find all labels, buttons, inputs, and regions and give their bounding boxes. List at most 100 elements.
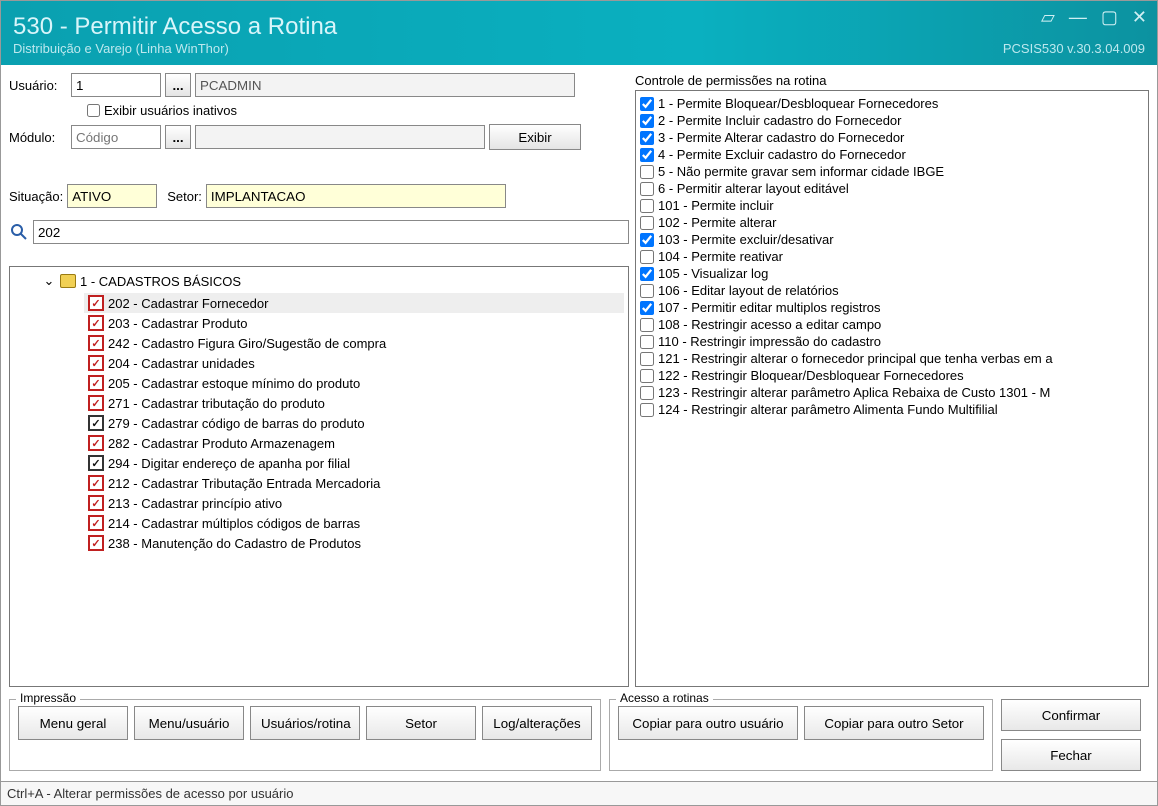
permission-checkbox[interactable]: [640, 352, 654, 366]
close-icon[interactable]: ✕: [1132, 7, 1147, 28]
permission-row[interactable]: 104 - Permite reativar: [640, 248, 1144, 265]
tree-checkbox[interactable]: ✓: [88, 375, 104, 391]
permission-checkbox[interactable]: [640, 403, 654, 417]
permission-row[interactable]: 103 - Permite excluir/desativar: [640, 231, 1144, 248]
tree-checkbox[interactable]: ✓: [88, 455, 104, 471]
minimize-icon[interactable]: —: [1069, 7, 1087, 28]
usuario-name-input[interactable]: [195, 73, 575, 97]
tree-root[interactable]: ⌄ 1 - CADASTROS BÁSICOS: [42, 273, 624, 289]
permission-row[interactable]: 3 - Permite Alterar cadastro do Forneced…: [640, 129, 1144, 146]
tree-checkbox[interactable]: ✓: [88, 295, 104, 311]
tree-checkbox[interactable]: ✓: [88, 355, 104, 371]
modulo-name-input[interactable]: [195, 125, 485, 149]
tree-item[interactable]: ✓213 - Cadastrar princípio ativo: [84, 493, 624, 513]
usuario-code-input[interactable]: [71, 73, 161, 97]
tree-checkbox[interactable]: ✓: [88, 415, 104, 431]
tree-item[interactable]: ✓204 - Cadastrar unidades: [84, 353, 624, 373]
modulo-lookup-button[interactable]: ...: [165, 125, 191, 149]
permission-row[interactable]: 6 - Permitir alterar layout editável: [640, 180, 1144, 197]
permission-checkbox[interactable]: [640, 284, 654, 298]
permission-row[interactable]: 121 - Restringir alterar o fornecedor pr…: [640, 350, 1144, 367]
tree-checkbox[interactable]: ✓: [88, 335, 104, 351]
tree-checkbox[interactable]: ✓: [88, 395, 104, 411]
exibir-button[interactable]: Exibir: [489, 124, 581, 150]
usuarios-rotina-button[interactable]: Usuários/rotina: [250, 706, 360, 740]
log-alteracoes-button[interactable]: Log/alterações: [482, 706, 592, 740]
tree-item-label: 271 - Cadastrar tributação do produto: [108, 396, 325, 411]
modulo-code-input[interactable]: [71, 125, 161, 149]
collapse-icon[interactable]: ⌄: [42, 273, 56, 289]
permission-row[interactable]: 5 - Não permite gravar sem informar cida…: [640, 163, 1144, 180]
permission-checkbox[interactable]: [640, 97, 654, 111]
copiar-usuario-button[interactable]: Copiar para outro usuário: [618, 706, 798, 740]
usuario-lookup-button[interactable]: ...: [165, 73, 191, 97]
permission-checkbox[interactable]: [640, 335, 654, 349]
situacao-input[interactable]: [67, 184, 157, 208]
permission-checkbox[interactable]: [640, 250, 654, 264]
tree-item-label: 238 - Manutenção do Cadastro de Produtos: [108, 536, 361, 551]
tree-item[interactable]: ✓242 - Cadastro Figura Giro/Sugestão de …: [84, 333, 624, 353]
permission-checkbox[interactable]: [640, 165, 654, 179]
permission-row[interactable]: 108 - Restringir acesso a editar campo: [640, 316, 1144, 333]
permission-checkbox[interactable]: [640, 301, 654, 315]
permission-checkbox[interactable]: [640, 318, 654, 332]
tree-item[interactable]: ✓279 - Cadastrar código de barras do pro…: [84, 413, 624, 433]
permission-checkbox[interactable]: [640, 267, 654, 281]
tree-item[interactable]: ✓282 - Cadastrar Produto Armazenagem: [84, 433, 624, 453]
permission-checkbox[interactable]: [640, 148, 654, 162]
permission-row[interactable]: 110 - Restringir impressão do cadastro: [640, 333, 1144, 350]
tree-checkbox[interactable]: ✓: [88, 495, 104, 511]
permission-row[interactable]: 1 - Permite Bloquear/Desbloquear Fornece…: [640, 95, 1144, 112]
usuario-label: Usuário:: [9, 78, 65, 93]
permission-checkbox[interactable]: [640, 199, 654, 213]
tree-checkbox[interactable]: ✓: [88, 515, 104, 531]
tree-checkbox[interactable]: ✓: [88, 475, 104, 491]
permission-row[interactable]: 2 - Permite Incluir cadastro do Forneced…: [640, 112, 1144, 129]
menu-geral-button[interactable]: Menu geral: [18, 706, 128, 740]
setor-input[interactable]: [206, 184, 506, 208]
routine-tree[interactable]: ⌄ 1 - CADASTROS BÁSICOS ✓202 - Cadastrar…: [9, 266, 629, 687]
tree-item[interactable]: ✓212 - Cadastrar Tributação Entrada Merc…: [84, 473, 624, 493]
tree-item[interactable]: ✓202 - Cadastrar Fornecedor: [84, 293, 624, 313]
tree-item[interactable]: ✓ 294 - Digitar endereço de apanha por fi…: [84, 453, 624, 473]
version-text: PCSIS530 v.30.3.04.009: [1003, 41, 1145, 56]
fechar-button[interactable]: Fechar: [1001, 739, 1141, 771]
permission-row[interactable]: 106 - Editar layout de relatórios: [640, 282, 1144, 299]
permission-checkbox[interactable]: [640, 114, 654, 128]
permission-row[interactable]: 102 - Permite alterar: [640, 214, 1144, 231]
restore-icon[interactable]: ▱: [1041, 7, 1055, 28]
tree-checkbox[interactable]: ✓: [88, 435, 104, 451]
titlebar: 530 - Permitir Acesso a Rotina Distribui…: [1, 1, 1157, 65]
tree-checkbox[interactable]: ✓: [88, 535, 104, 551]
exibir-inativos-checkbox[interactable]: [87, 104, 100, 117]
permission-checkbox[interactable]: [640, 233, 654, 247]
permission-row[interactable]: 124 - Restringir alterar parâmetro Alime…: [640, 401, 1144, 418]
permission-checkbox[interactable]: [640, 131, 654, 145]
impressao-legend: Impressão: [16, 691, 80, 705]
permission-checkbox[interactable]: [640, 216, 654, 230]
setor-button[interactable]: Setor: [366, 706, 476, 740]
permission-row[interactable]: 101 - Permite incluir: [640, 197, 1144, 214]
permission-row[interactable]: 105 - Visualizar log: [640, 265, 1144, 282]
permission-row[interactable]: 123 - Restringir alterar parâmetro Aplic…: [640, 384, 1144, 401]
tree-item[interactable]: ✓ 271 - Cadastrar tributação do produto: [84, 393, 624, 413]
search-input[interactable]: [33, 220, 629, 244]
permission-row[interactable]: 107 - Permitir editar multiplos registro…: [640, 299, 1144, 316]
permissions-list[interactable]: 1 - Permite Bloquear/Desbloquear Fornece…: [635, 90, 1149, 687]
copiar-setor-button[interactable]: Copiar para outro Setor: [804, 706, 984, 740]
confirmar-button[interactable]: Confirmar: [1001, 699, 1141, 731]
status-bar: Ctrl+A - Alterar permissões de acesso po…: [1, 781, 1157, 805]
menu-usuario-button[interactable]: Menu/usuário: [134, 706, 244, 740]
permission-row[interactable]: 4 - Permite Excluir cadastro do Forneced…: [640, 146, 1144, 163]
tree-item[interactable]: ✓ 238 - Manutenção do Cadastro de Produto…: [84, 533, 624, 553]
tree-item-label: 294 - Digitar endereço de apanha por fil…: [108, 456, 350, 471]
permission-checkbox[interactable]: [640, 386, 654, 400]
tree-checkbox[interactable]: ✓: [88, 315, 104, 331]
tree-item[interactable]: ✓214 - Cadastrar múltiplos códigos de ba…: [84, 513, 624, 533]
permission-checkbox[interactable]: [640, 369, 654, 383]
permission-checkbox[interactable]: [640, 182, 654, 196]
tree-item[interactable]: ✓205 - Cadastrar estoque mínimo do produ…: [84, 373, 624, 393]
tree-item[interactable]: ✓203 - Cadastrar Produto: [84, 313, 624, 333]
permission-row[interactable]: 122 - Restringir Bloquear/Desbloquear Fo…: [640, 367, 1144, 384]
maximize-icon[interactable]: ▢: [1101, 7, 1118, 28]
